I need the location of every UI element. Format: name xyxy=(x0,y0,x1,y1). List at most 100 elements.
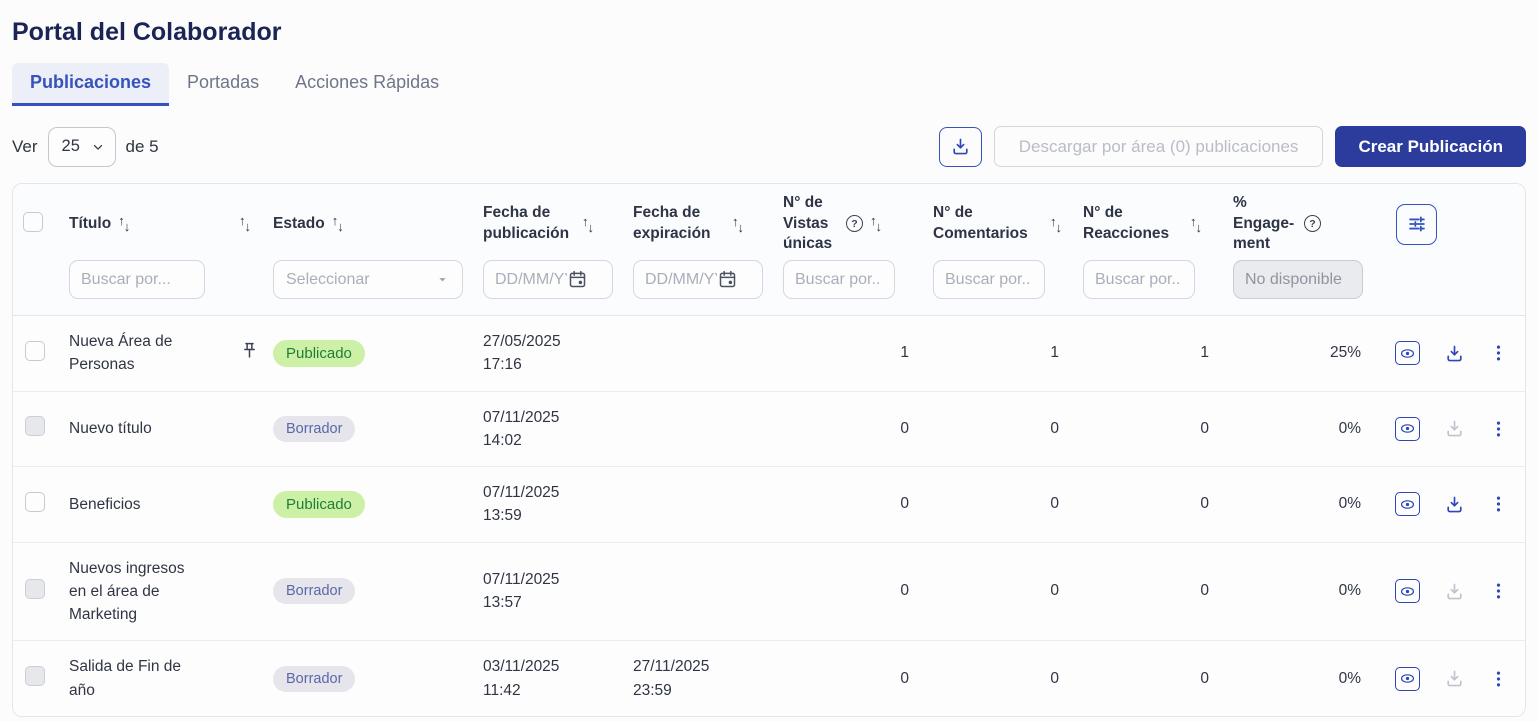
publication-title: Nueva Área de Personas xyxy=(69,330,191,377)
download-row-button xyxy=(1444,418,1465,439)
status-badge: Publicado xyxy=(273,340,365,367)
table-row: Beneficios Publicado 07/11/2025 13:59 0 … xyxy=(13,467,1526,543)
comentarios-value: 0 xyxy=(1050,670,1059,687)
reacciones-value: 0 xyxy=(1200,670,1209,687)
calendar-icon[interactable] xyxy=(567,269,588,290)
filter-row: Seleccionar xyxy=(13,258,1526,316)
column-header-estado: Estado xyxy=(273,214,325,235)
fecha-publicacion-value: 27/05/2025 17:16 xyxy=(483,330,585,377)
more-options-button[interactable] xyxy=(1489,580,1508,602)
help-icon-engagement[interactable]: ? xyxy=(1304,215,1321,232)
download-by-area-button: Descargar por área (0) publicaciones xyxy=(994,126,1324,167)
preview-button[interactable] xyxy=(1395,579,1420,603)
preview-button[interactable] xyxy=(1395,417,1420,441)
table-row: Nueva Área de Personas Publicado 27/05/2… xyxy=(13,316,1526,392)
eye-icon xyxy=(1399,670,1416,687)
preview-button[interactable] xyxy=(1395,492,1420,516)
create-publication-button[interactable]: Crear Publicación xyxy=(1335,126,1526,167)
eye-icon xyxy=(1399,345,1416,362)
filter-fecha-publicacion-input[interactable] xyxy=(488,271,567,289)
more-options-button[interactable] xyxy=(1489,493,1508,515)
comentarios-value: 0 xyxy=(1050,420,1059,437)
select-all-checkbox[interactable] xyxy=(23,212,43,232)
download-icon xyxy=(1444,494,1465,515)
column-header-comentarios: N° de Comentarios xyxy=(933,203,1043,245)
more-options-button[interactable] xyxy=(1489,668,1508,690)
filter-reacciones-input[interactable] xyxy=(1083,260,1195,299)
eye-icon xyxy=(1399,420,1416,437)
more-options-button[interactable] xyxy=(1489,418,1508,440)
column-settings-button[interactable] xyxy=(1396,204,1437,245)
tab-portadas[interactable]: Portadas xyxy=(169,63,277,106)
row-checkbox xyxy=(25,666,45,686)
kebab-icon xyxy=(1489,493,1508,515)
sort-icon-vistas[interactable]: ↑↓ xyxy=(870,217,881,230)
table-header-row: Título ↑↓ ↑↓ Estado ↑↓ xyxy=(13,184,1526,258)
publications-table: Título ↑↓ ↑↓ Estado ↑↓ xyxy=(12,183,1526,717)
filter-engagement-input xyxy=(1233,260,1363,299)
filter-titulo-input[interactable] xyxy=(69,260,205,299)
row-checkbox[interactable] xyxy=(25,492,45,512)
publication-title: Beneficios xyxy=(69,493,191,516)
download-row-button[interactable] xyxy=(1444,343,1465,364)
filter-vistas-input[interactable] xyxy=(783,260,895,299)
page-size-label: Ver xyxy=(12,137,38,157)
reacciones-value: 0 xyxy=(1200,495,1209,512)
vistas-value: 0 xyxy=(900,670,909,687)
engagement-value: 0% xyxy=(1339,420,1361,437)
comentarios-value: 1 xyxy=(1050,344,1059,361)
download-row-button[interactable] xyxy=(1444,494,1465,515)
column-header-titulo: Título xyxy=(69,214,111,235)
preview-button[interactable] xyxy=(1395,667,1420,691)
download-row-button xyxy=(1444,581,1465,602)
sort-icon-reacciones[interactable]: ↑↓ xyxy=(1190,218,1201,231)
status-badge: Publicado xyxy=(273,491,365,518)
filter-estado-select[interactable]: Seleccionar xyxy=(273,260,463,299)
preview-button[interactable] xyxy=(1395,341,1420,365)
download-icon xyxy=(1444,343,1465,364)
download-icon xyxy=(1444,418,1465,439)
eye-icon xyxy=(1399,583,1416,600)
sort-icon-estado[interactable]: ↑↓ xyxy=(332,217,343,230)
sort-icon-fecha-expiracion[interactable]: ↑↓ xyxy=(732,218,743,231)
calendar-icon[interactable] xyxy=(717,269,738,290)
fecha-publicacion-value: 03/11/2025 11:42 xyxy=(483,655,585,702)
sort-icon-pinned[interactable]: ↑↓ xyxy=(239,217,250,230)
vistas-value: 0 xyxy=(900,495,909,512)
column-header-vistas: N° de Vistas únicas xyxy=(783,193,839,256)
sort-icon-titulo[interactable]: ↑↓ xyxy=(118,217,129,230)
download-icon xyxy=(1444,668,1465,689)
status-badge: Borrador xyxy=(273,578,355,604)
filter-fecha-publicacion-field xyxy=(483,260,613,299)
filter-fecha-expiracion-input[interactable] xyxy=(638,271,717,289)
filter-comentarios-input[interactable] xyxy=(933,260,1045,299)
table-row: Nuevo título Borrador 07/11/2025 14:02 0… xyxy=(13,391,1526,467)
tab-publicaciones[interactable]: Publicaciones xyxy=(12,63,169,106)
row-checkbox[interactable] xyxy=(25,341,45,361)
engagement-value: 0% xyxy=(1339,582,1361,599)
vistas-value: 1 xyxy=(900,344,909,361)
chevron-down-icon xyxy=(91,140,105,154)
fecha-publicacion-value: 07/11/2025 13:59 xyxy=(483,481,585,528)
publication-title: Nuevo título xyxy=(69,417,191,440)
kebab-icon xyxy=(1489,668,1508,690)
fecha-publicacion-value: 07/11/2025 13:57 xyxy=(483,568,585,615)
page-size-value: 25 xyxy=(62,137,80,156)
toolbar: Ver 25 de 5 Descargar por área (0) publi… xyxy=(12,126,1526,167)
sort-icon-fecha-publicacion[interactable]: ↑↓ xyxy=(582,218,593,231)
download-all-button[interactable] xyxy=(939,127,982,167)
page-title: Portal del Colaborador xyxy=(12,18,1526,47)
page-size-select[interactable]: 25 xyxy=(48,127,116,167)
kebab-icon xyxy=(1489,342,1508,364)
sort-icon-comentarios[interactable]: ↑↓ xyxy=(1050,218,1061,231)
download-row-button xyxy=(1444,668,1465,689)
table-row: Salida de Fin de año Borrador 03/11/2025… xyxy=(13,641,1526,716)
eye-icon xyxy=(1399,496,1416,513)
kebab-icon xyxy=(1489,418,1508,440)
reacciones-value: 0 xyxy=(1200,582,1209,599)
more-options-button[interactable] xyxy=(1489,342,1508,364)
column-header-fecha-expiracion: Fecha de expiración xyxy=(633,203,725,245)
tab-acciones-rapidas[interactable]: Acciones Rápidas xyxy=(277,63,457,106)
status-badge: Borrador xyxy=(273,666,355,692)
help-icon-vistas[interactable]: ? xyxy=(846,215,863,232)
